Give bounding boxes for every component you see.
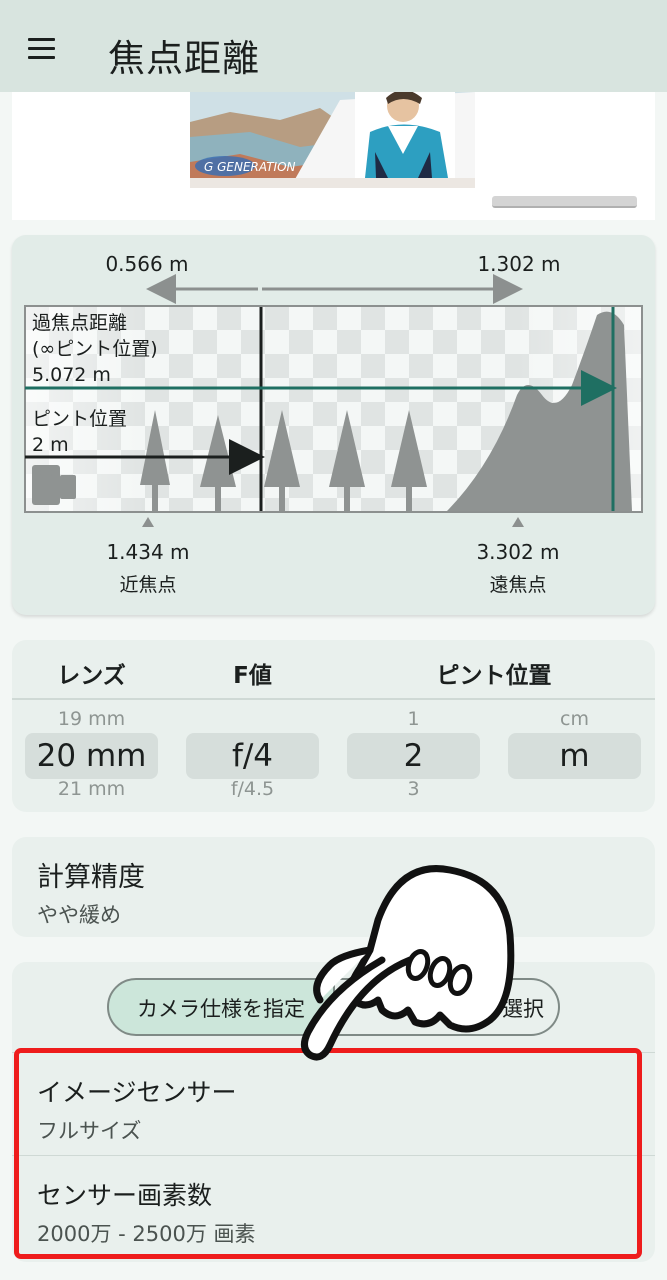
app-bar: 焦点距離 <box>0 0 667 92</box>
unit-current-value[interactable]: m <box>508 733 641 779</box>
lens-picker-card: レンズ F値 ピント位置 19 mm 20 mm 21 mm f/4 f/4.5… <box>12 640 655 812</box>
focus-label: ピント位置 <box>32 408 127 430</box>
ad-banner[interactable]: G GENERATION <box>190 92 475 188</box>
focus-header: ピント位置 <box>436 663 552 689</box>
pointing-hand-icon <box>301 865 515 1061</box>
focus-current-value[interactable]: 2 <box>347 733 480 779</box>
ad-banner-logo-text: G GENERATION <box>204 160 296 174</box>
near-limit-top-label: 0.566 m <box>105 252 188 276</box>
aperture-current-value[interactable]: f/4 <box>186 733 319 779</box>
hamburger-menu-icon[interactable] <box>28 38 56 60</box>
far-point-label: 遠焦点 <box>489 574 546 596</box>
aperture-next-value[interactable]: f/4.5 <box>186 778 319 800</box>
lens-header: レンズ <box>57 663 126 689</box>
lens-current-value[interactable]: 20 mm <box>25 733 158 779</box>
near-point-value: 1.434 m <box>106 540 189 564</box>
near-point-marker <box>142 517 154 527</box>
hyperfocal-label-line1: 過焦点距離 <box>32 312 127 334</box>
lens-next-value[interactable]: 21 mm <box>25 778 158 800</box>
ad-banner-image: G GENERATION <box>190 92 475 188</box>
near-point-label: 近焦点 <box>119 574 176 596</box>
focus-prev-value[interactable]: 1 <box>347 708 480 730</box>
lens-prev-value[interactable]: 19 mm <box>25 708 158 730</box>
far-limit-top-label: 1.302 m <box>477 252 560 276</box>
focus-next-value[interactable]: 3 <box>347 778 480 800</box>
ad-area: G GENERATION <box>12 92 655 220</box>
depth-of-field-diagram-card: 0.566 m 1.302 m 過焦点距離 (∞ピント位置) 5.072 m ピ… <box>12 235 655 615</box>
depth-of-field-diagram: 0.566 m 1.302 m 過焦点距離 (∞ピント位置) 5.072 m ピ… <box>24 252 643 596</box>
hyperfocal-label-line2: (∞ピント位置) <box>32 338 158 360</box>
ad-scroll-bar <box>492 196 637 208</box>
focus-value: 2 m <box>32 434 69 456</box>
highlight-box <box>14 1048 642 1259</box>
page-title: 焦点距離 <box>108 37 260 80</box>
accuracy-value: やや緩め <box>37 903 121 927</box>
unit-prev-value[interactable]: cm <box>508 708 641 730</box>
accuracy-title: 計算精度 <box>37 862 145 893</box>
picker-divider <box>12 698 655 700</box>
far-point-marker <box>512 517 524 527</box>
aperture-header: F値 <box>233 663 272 689</box>
hyperfocal-value: 5.072 m <box>32 364 111 386</box>
far-point-value: 3.302 m <box>476 540 559 564</box>
